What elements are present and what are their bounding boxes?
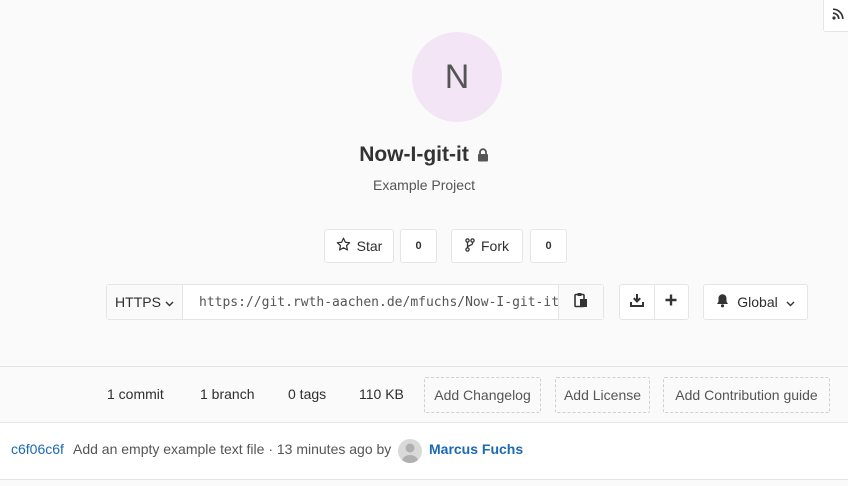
commit-message: Add an empty example text file · 13 minu… bbox=[73, 441, 392, 457]
clone-protocol-dropdown[interactable]: HTTPS bbox=[107, 285, 183, 319]
clone-url-input[interactable] bbox=[183, 285, 558, 319]
project-description: Example Project bbox=[373, 177, 475, 193]
fork-icon bbox=[465, 237, 475, 255]
copy-url-button[interactable] bbox=[558, 285, 603, 319]
commits-link[interactable]: 1 commit bbox=[107, 386, 164, 402]
project-avatar-letter: N bbox=[444, 57, 470, 96]
star-button[interactable]: Star bbox=[324, 229, 394, 263]
project-avatar: N bbox=[412, 32, 502, 122]
chevron-down-icon bbox=[786, 294, 795, 310]
repo-size: 110 KB bbox=[359, 386, 404, 402]
project-title: Now-I-git-it bbox=[0, 143, 848, 168]
add-contribution-guide-button[interactable]: Add Contribution guide bbox=[663, 377, 830, 413]
star-count[interactable]: 0 bbox=[400, 229, 437, 263]
commit-author-link[interactable]: Marcus Fuchs bbox=[429, 441, 523, 457]
fork-count[interactable]: 0 bbox=[530, 229, 567, 263]
star-label: Star bbox=[356, 238, 383, 254]
download-icon bbox=[629, 293, 644, 312]
project-name: Now-I-git-it bbox=[359, 143, 469, 166]
add-license-button[interactable]: Add License bbox=[555, 377, 650, 413]
notification-dropdown[interactable]: Global bbox=[703, 284, 808, 320]
tags-link[interactable]: 0 tags bbox=[288, 386, 326, 402]
bell-icon bbox=[716, 293, 729, 311]
add-changelog-button[interactable]: Add Changelog bbox=[424, 377, 541, 413]
commit-sha-link[interactable]: c6f06c6f bbox=[11, 441, 64, 457]
fork-button[interactable]: Fork bbox=[451, 229, 523, 263]
clone-protocol-label: HTTPS bbox=[115, 294, 161, 310]
avatar[interactable] bbox=[398, 439, 422, 463]
plus-icon bbox=[665, 293, 677, 311]
chevron-down-icon bbox=[165, 294, 174, 310]
project-stats-bar: 1 commit 1 branch 0 tags 110 KB Add Chan… bbox=[0, 366, 848, 423]
download-button[interactable] bbox=[620, 285, 654, 319]
fork-label: Fork bbox=[481, 238, 509, 254]
add-button[interactable] bbox=[653, 285, 689, 319]
rss-button[interactable] bbox=[823, 0, 848, 32]
notification-level: Global bbox=[737, 294, 778, 310]
rss-icon bbox=[832, 7, 844, 25]
lock-icon bbox=[477, 144, 489, 168]
star-icon bbox=[336, 237, 351, 255]
clipboard-icon bbox=[574, 292, 588, 313]
repo-actions-group bbox=[619, 284, 689, 320]
branches-link[interactable]: 1 branch bbox=[200, 386, 254, 402]
last-commit-row: c6f06c6f Add an empty example text file … bbox=[0, 423, 848, 480]
clone-url-group: HTTPS bbox=[106, 284, 604, 320]
